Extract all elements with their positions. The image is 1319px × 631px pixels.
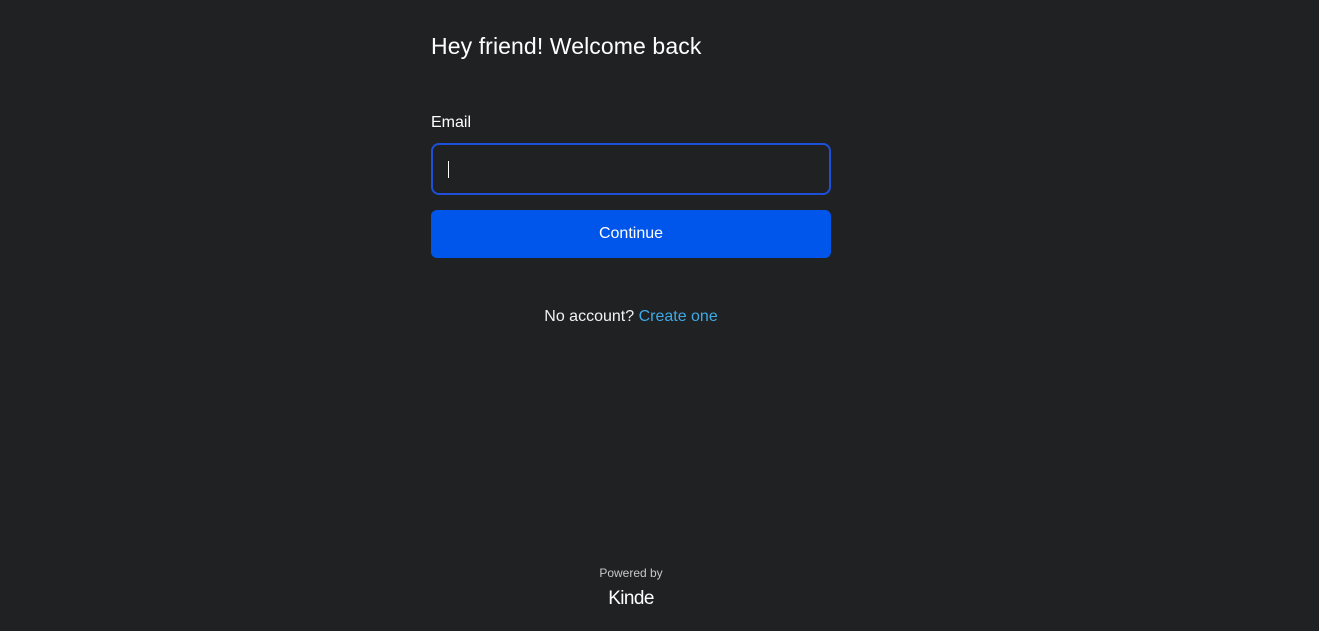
continue-button[interactable]: Continue xyxy=(431,210,831,258)
page-title: Hey friend! Welcome back xyxy=(431,33,702,59)
no-account-text: No account? xyxy=(544,308,635,325)
text-caret xyxy=(448,161,449,178)
email-field-container[interactable] xyxy=(431,143,831,195)
powered-by-text: Powered by xyxy=(599,566,663,580)
email-label: Email xyxy=(431,114,472,131)
kinde-logo[interactable]: Kinde xyxy=(431,587,831,611)
email-field[interactable] xyxy=(433,145,829,193)
footer: Powered by Kinde xyxy=(431,566,831,611)
signup-prompt: No account? Create one xyxy=(431,307,831,327)
create-account-link[interactable]: Create one xyxy=(639,308,718,325)
